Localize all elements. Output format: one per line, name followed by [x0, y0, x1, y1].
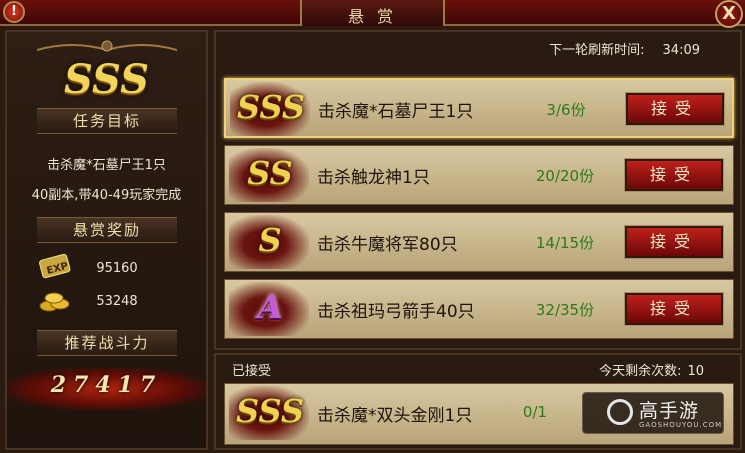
bounty-window: ! 悬 赏 X SSS 任务目标 击杀魔*石墓尸王1只 40副本,带40-49玩…	[0, 0, 745, 453]
task-row[interactable]: S 击杀牛魔将军80只 14/15份 接受	[224, 212, 734, 272]
alert-icon[interactable]: !	[3, 1, 25, 23]
ornament-icon	[37, 40, 177, 52]
task-grade: A	[257, 288, 283, 326]
task-row[interactable]: SSS 击杀魔*石墓尸王1只 3/6份 接受	[224, 78, 734, 138]
exp-icon: EXP	[39, 254, 71, 279]
section-task-target: 任务目标	[37, 108, 177, 134]
accept-button[interactable]: 接受	[624, 158, 724, 192]
task-count: 14/15份	[535, 234, 595, 252]
task-detail-panel: SSS 任务目标 击杀魔*石墓尸王1只 40副本,带40-49玩家完成 悬赏奖励…	[5, 30, 208, 450]
target-detail: 40副本,带40-49玩家完成	[31, 188, 182, 203]
title-plate: 悬 赏	[300, 0, 445, 26]
remaining-label: 今天剩余次数:	[599, 364, 682, 379]
task-name: 击杀触龙神1只	[317, 168, 430, 188]
window-title: 悬 赏	[347, 7, 398, 26]
task-name: 击杀魔*石墓尸王1只	[318, 102, 474, 122]
task-count: 20/20份	[535, 167, 595, 185]
refresh-time: 34:09	[662, 43, 700, 58]
section-recommended-power: 推荐战斗力	[37, 330, 177, 356]
task-count: 32/35份	[535, 301, 595, 319]
task-count: 0/1	[522, 403, 548, 421]
title-bar: ! 悬 赏 X	[0, 0, 745, 28]
watermark-sub: GAOSHOUYOU.COM	[639, 421, 723, 429]
refresh-timer: 下一轮刷新时间: 34:09	[549, 39, 700, 58]
watermark-g-icon	[607, 399, 633, 425]
close-button[interactable]: X	[715, 0, 743, 28]
gold-reward-value: 53248	[96, 294, 138, 309]
task-grade: SSS	[237, 88, 305, 126]
refresh-label: 下一轮刷新时间:	[549, 43, 645, 58]
gold-coins-icon	[39, 292, 70, 312]
task-count: 3/6份	[546, 101, 586, 119]
task-grade: SSS	[236, 392, 304, 430]
exp-reward-value: 95160	[96, 261, 138, 276]
accept-button[interactable]: 接受	[625, 92, 725, 126]
task-name: 击杀祖玛弓箭手40只	[317, 302, 475, 322]
task-board: 下一轮刷新时间: 34:09 SSS 击杀魔*石墓尸王1只 3/6份 接受 SS …	[214, 30, 742, 350]
remaining-count: 今天剩余次数: 10	[599, 360, 704, 379]
task-grade: S	[258, 221, 282, 259]
watermark-logo: 高手游 GAOSHOUYOU.COM	[582, 392, 724, 434]
target-description: 击杀魔*石墓尸王1只	[47, 158, 166, 173]
accept-button[interactable]: 接受	[624, 292, 724, 326]
section-reward: 悬赏奖励	[37, 217, 177, 243]
target-grade: SSS	[64, 56, 149, 103]
recommended-power-value: 27417	[50, 372, 163, 398]
accepted-label: 已接受	[232, 364, 272, 379]
task-row[interactable]: SS 击杀触龙神1只 20/20份 接受	[224, 145, 734, 205]
watermark-text: 高手游	[639, 400, 700, 422]
task-name: 击杀魔*双头金刚1只	[317, 406, 473, 426]
task-grade: SS	[247, 154, 293, 192]
task-name: 击杀牛魔将军80只	[317, 235, 458, 255]
task-row[interactable]: A 击杀祖玛弓箭手40只 32/35份 接受	[224, 279, 734, 339]
remaining-value: 10	[687, 364, 704, 379]
accept-button[interactable]: 接受	[624, 225, 724, 259]
